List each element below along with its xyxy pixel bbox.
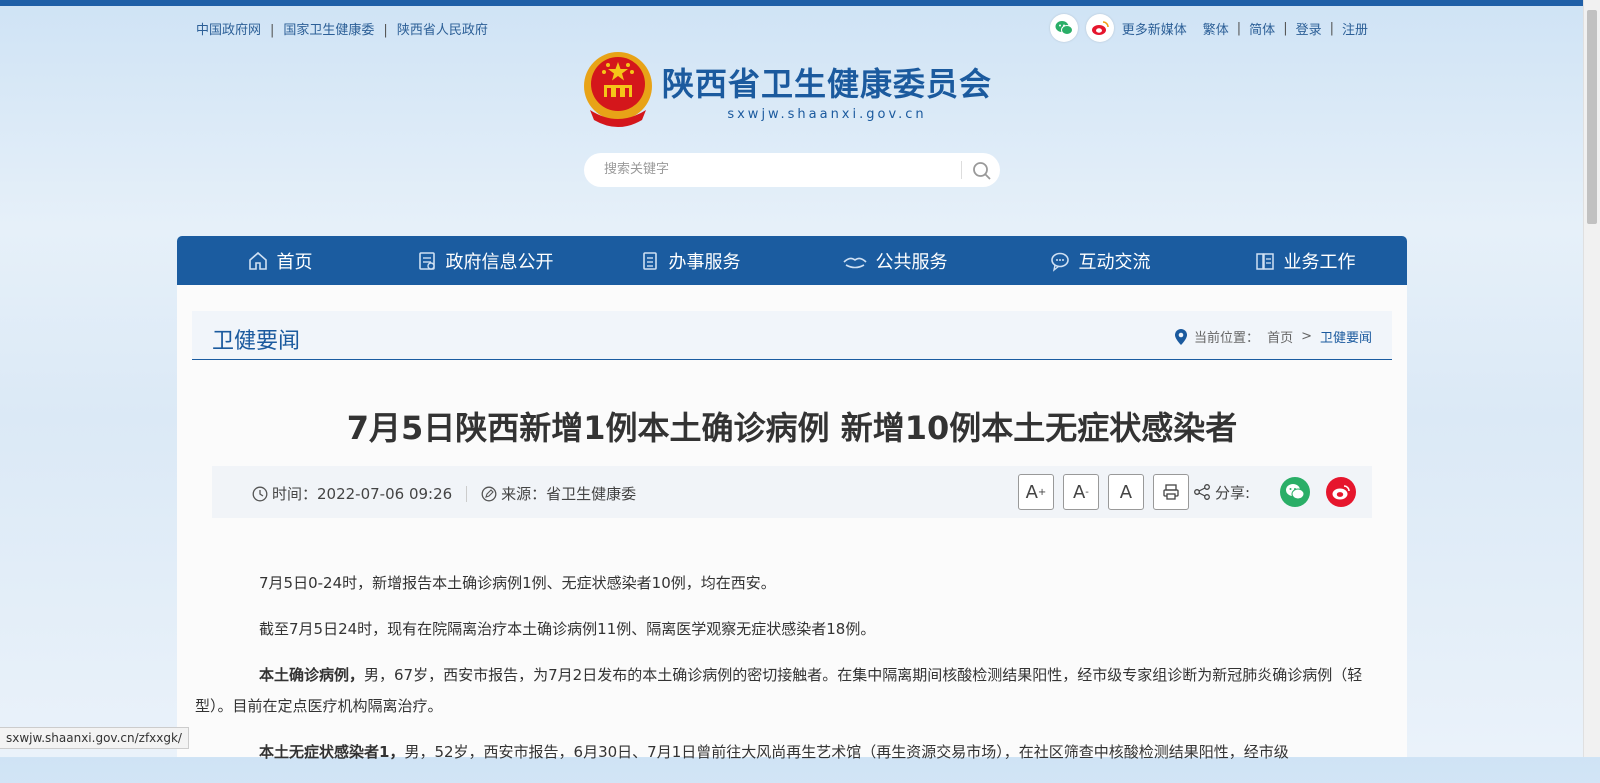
simplified-link[interactable]: 简体: [1249, 19, 1275, 38]
site-url: sxwjw.shaanxi.gov.cn: [727, 106, 927, 122]
nav-label: 公共服务: [875, 251, 948, 273]
share-icon: [1193, 484, 1210, 500]
share-weibo-button[interactable]: [1326, 477, 1356, 507]
font-increase-button[interactable]: A +: [1017, 474, 1054, 510]
breadcrumb: 当前位置： 首页 > 卫健要闻: [1174, 327, 1372, 346]
printer-icon: [1163, 484, 1179, 500]
status-bar-url: sxwjw.shaanxi.gov.cn/zfxxgk/: [0, 727, 189, 749]
link-nhc[interactable]: 国家卫生健康委: [283, 23, 374, 38]
breadcrumb-home[interactable]: 首页: [1267, 327, 1293, 346]
section-header: 卫健要闻 当前位置： 首页 > 卫健要闻: [192, 311, 1392, 360]
top-accent-line: [0, 0, 1584, 6]
search-input[interactable]: [602, 161, 946, 178]
nav-item-gov-info[interactable]: 政府信息公开: [382, 236, 587, 285]
paragraph: 本土无症状感染者1，男，52岁，西安市报告，6月30日、7月1日曾前往大风尚再生…: [195, 737, 1367, 768]
publish-time: 时间：2022-07-06 09:26: [272, 485, 453, 503]
share-text: 分享:: [1214, 483, 1250, 502]
more-media-link[interactable]: 更多新媒体: [1122, 19, 1187, 38]
login-link[interactable]: 登录: [1296, 19, 1322, 38]
search-divider: [961, 161, 962, 179]
national-emblem-icon: [584, 52, 652, 127]
location-label: 当前位置：: [1194, 331, 1260, 346]
weibo-icon[interactable]: [1085, 14, 1114, 42]
nav-label: 业务工作: [1283, 251, 1356, 273]
main-nav: 首页 政府信息公开 办事服务 公共服务 互动交流 业务工作: [177, 236, 1407, 285]
weibo-icon: [1332, 485, 1350, 500]
link-shaanxi-gov[interactable]: 陕西省人民政府: [397, 23, 488, 38]
wechat-icon[interactable]: [1049, 14, 1078, 42]
nav-label: 办事服务: [668, 251, 741, 273]
nav-label: 互动交流: [1078, 251, 1151, 273]
search-icon[interactable]: [971, 160, 993, 182]
nav-label: 政府信息公开: [445, 251, 554, 273]
top-links: 中国政府网 | 国家卫生健康委 | 陕西省人民政府: [196, 23, 488, 38]
print-button[interactable]: [1152, 474, 1189, 510]
share-label: 分享:: [1193, 482, 1250, 503]
document-icon: [418, 251, 435, 270]
article-title: 7月5日陕西新增1例本土确诊病例 新增10例本土无症状感染者: [346, 409, 1238, 447]
nav-item-interaction[interactable]: 互动交流: [997, 236, 1202, 285]
pen-icon: [481, 486, 497, 501]
article-source: 来源：省卫生健康委: [501, 485, 637, 503]
clock-icon: [252, 486, 268, 501]
meta-divider: [466, 485, 468, 502]
share-wechat-button[interactable]: [1280, 477, 1310, 507]
site-title: 陕西省卫生健康委员会: [662, 64, 993, 103]
breadcrumb-separator: >: [1301, 329, 1312, 344]
paragraph: 7月5日0-24时，新增报告本土确诊病例1例、无症状感染者10例，均在西安。: [259, 574, 776, 592]
traditional-link[interactable]: 繁体: [1203, 19, 1229, 38]
nav-item-public-service[interactable]: 公共服务: [792, 236, 997, 285]
paragraph-bold: 本土无症状感染者1，: [259, 743, 405, 761]
nav-item-business[interactable]: 业务工作: [1202, 236, 1407, 285]
vertical-scrollbar[interactable]: [1583, 0, 1600, 757]
site-logo[interactable]: 陕西省卫生健康委员会 sxwjw.shaanxi.gov.cn: [580, 50, 992, 130]
section-title: 卫健要闻: [212, 329, 301, 354]
font-btn-label: A: [1072, 481, 1086, 503]
paragraph-text: 男，52岁，西安市报告，6月30日、7月1日曾前往大风尚再生艺术馆（再生资源交易…: [404, 743, 1289, 761]
register-link[interactable]: 注册: [1342, 19, 1368, 38]
wechat-icon: [1286, 484, 1305, 500]
nav-item-home[interactable]: 首页: [177, 236, 382, 285]
handshake-icon: [842, 257, 867, 268]
books-icon: [1255, 252, 1274, 270]
clipboard-icon: [642, 251, 657, 270]
article-meta: 时间：2022-07-06 09:26 来源：省卫生健康委 A + A- A 分享…: [212, 466, 1372, 518]
font-decrease-button[interactable]: A-: [1062, 474, 1099, 510]
location-pin-icon: [1175, 328, 1188, 345]
paragraph-bold: 本土确诊病例，: [259, 666, 365, 684]
font-btn-label: A: [1119, 481, 1133, 503]
font-btn-label: A: [1025, 481, 1038, 503]
content-panel: 卫健要闻 当前位置： 首页 > 卫健要闻 7月5日陕西新增1例本土确诊病例 新增…: [177, 285, 1407, 761]
font-reset-button[interactable]: A: [1107, 474, 1144, 510]
link-gov-cn[interactable]: 中国政府网: [196, 23, 261, 38]
paragraph-text: 男，67岁，西安市报告，为7月2日发布的本土确诊病例的密切接触者。在集中隔离期间…: [195, 666, 1363, 715]
nav-item-services[interactable]: 办事服务: [587, 236, 792, 285]
chat-icon: [1050, 252, 1069, 272]
breadcrumb-current[interactable]: 卫健要闻: [1320, 327, 1372, 346]
paragraph: 本土确诊病例，男，67岁，西安市报告，为7月2日发布的本土确诊病例的密切接触者。…: [195, 660, 1367, 722]
top-right-bar: 更多新媒体 繁体 | 简体 | 登录 | 注册: [1049, 14, 1368, 42]
search-box: [584, 153, 1000, 187]
nav-label: 首页: [276, 251, 313, 273]
home-icon: [248, 251, 267, 270]
paragraph: 截至7月5日24时，现有在院隔离治疗本土确诊病例11例、隔离医学观察无症状感染者…: [259, 620, 876, 638]
article-body: 7月5日0-24时，新增报告本土确诊病例1例、无症状感染者10例，均在西安。 截…: [195, 568, 1367, 783]
scrollbar-thumb[interactable]: [1587, 10, 1597, 224]
